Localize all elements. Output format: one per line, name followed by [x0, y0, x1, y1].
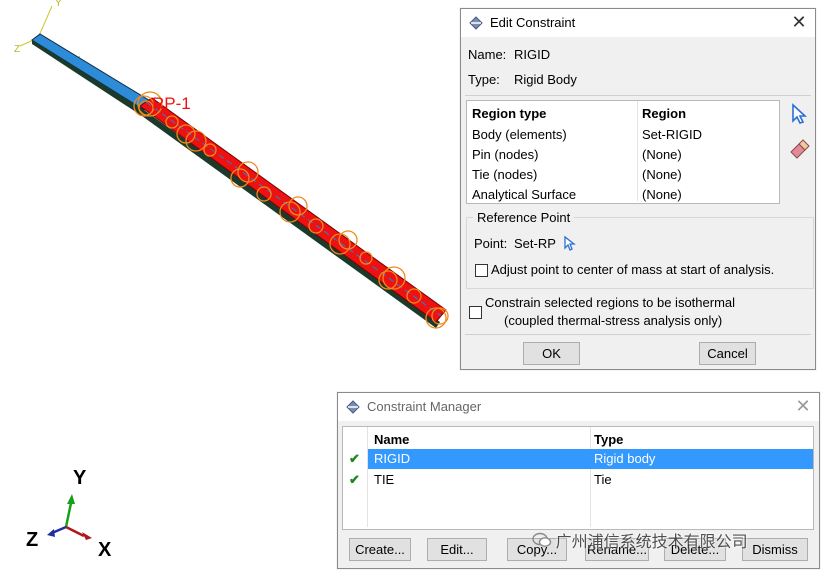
close-icon[interactable]: ✕ — [789, 12, 809, 32]
constraint-name-cell: TIE — [374, 472, 395, 487]
divider — [465, 334, 811, 335]
constraint-manager-titlebar[interactable]: Constraint Manager ✕ — [338, 393, 819, 421]
view-triad-x-label: X — [98, 539, 112, 561]
region-cell[interactable]: (None) — [642, 147, 682, 162]
cancel-button[interactable]: Cancel — [699, 342, 756, 365]
constraint-manager-title: Constraint Manager — [367, 399, 482, 414]
close-icon[interactable]: ✕ — [793, 396, 813, 416]
view-triad — [47, 494, 92, 540]
edit-constraint-title: Edit Constraint — [490, 15, 576, 30]
select-point-arrow-icon[interactable] — [562, 235, 576, 251]
view-triad-y-label: Y — [73, 467, 87, 489]
region-table[interactable]: Region type Region Body (elements) Set-R… — [466, 100, 780, 204]
edit-constraint-dialog: Edit Constraint ✕ Name: RIGID Type: Rigi… — [460, 8, 816, 370]
watermark-text: 广州浦信系统技术有限公司 — [555, 534, 748, 551]
row-selection-highlight — [368, 449, 813, 469]
isothermal-label: Constrain selected regions to be isother… — [485, 295, 736, 310]
eraser-icon[interactable] — [788, 139, 810, 159]
watermark: 广州浦信系统技术有限公司 — [532, 528, 748, 551]
adjust-center-of-mass-checkbox[interactable] — [475, 264, 488, 277]
ok-button[interactable]: OK — [523, 342, 580, 365]
region-cell[interactable]: Set-RIGID — [642, 127, 702, 142]
region-type-cell[interactable]: Pin (nodes) — [472, 147, 538, 162]
constraint-type-cell: Tie — [594, 472, 612, 487]
region-cell[interactable]: (None) — [642, 187, 682, 202]
reference-point-group-title: Reference Point — [473, 210, 575, 225]
adjust-center-of-mass-label: Adjust point to center of mass at start … — [491, 262, 775, 277]
region-type-cell[interactable]: Analytical Surface — [472, 187, 576, 202]
table-row[interactable]: ✔ TIE Tie — [343, 470, 813, 490]
point-value: Set-RP — [514, 236, 556, 251]
edit-constraint-titlebar[interactable]: Edit Constraint ✕ — [461, 9, 815, 37]
active-check-icon[interactable]: ✔ — [349, 472, 360, 488]
type-value: Rigid Body — [514, 72, 577, 87]
reference-point-label: RP-1 — [152, 94, 191, 113]
table-row[interactable]: ✔ RIGID Rigid body — [343, 449, 813, 469]
region-type-header: Region type — [472, 106, 547, 121]
name-column-header[interactable]: Name — [374, 432, 409, 447]
model-csys-y-label: Y — [55, 0, 62, 9]
view-triad-z-label: Z — [26, 529, 38, 551]
reference-point-group — [466, 217, 814, 289]
active-check-icon[interactable]: ✔ — [349, 451, 360, 467]
model-csys-z-label: Z — [14, 44, 20, 55]
abaqus-app-icon — [469, 16, 483, 30]
constraint-type-cell: Rigid body — [594, 451, 656, 466]
region-type-cell[interactable]: Tie (nodes) — [472, 167, 537, 182]
column-divider — [637, 101, 638, 201]
region-type-cell[interactable]: Body (elements) — [472, 127, 567, 142]
point-label: Point: — [474, 236, 508, 251]
region-header: Region — [642, 106, 687, 121]
beam-part[interactable] — [31, 33, 447, 328]
abaqus-app-icon — [346, 400, 360, 414]
region-cell[interactable]: (None) — [642, 167, 682, 182]
wechat-icon — [532, 532, 552, 548]
isothermal-note: (coupled thermal-stress analysis only) — [504, 313, 723, 328]
dismiss-button[interactable]: Dismiss — [742, 538, 808, 561]
select-region-arrow-icon[interactable] — [789, 103, 809, 125]
isothermal-checkbox[interactable] — [469, 306, 482, 319]
edit-button[interactable]: Edit... — [427, 538, 487, 561]
name-value: RIGID — [514, 47, 551, 62]
divider — [465, 95, 811, 96]
constraint-name-cell: RIGID — [374, 451, 411, 466]
constraint-list[interactable]: Name Type ✔ RIGID Rigid body ✔ TIE Tie — [342, 426, 814, 530]
name-label: Name: — [468, 47, 507, 62]
type-label: Type: — [468, 72, 500, 87]
type-column-header[interactable]: Type — [594, 432, 623, 447]
create-button[interactable]: Create... — [349, 538, 411, 561]
